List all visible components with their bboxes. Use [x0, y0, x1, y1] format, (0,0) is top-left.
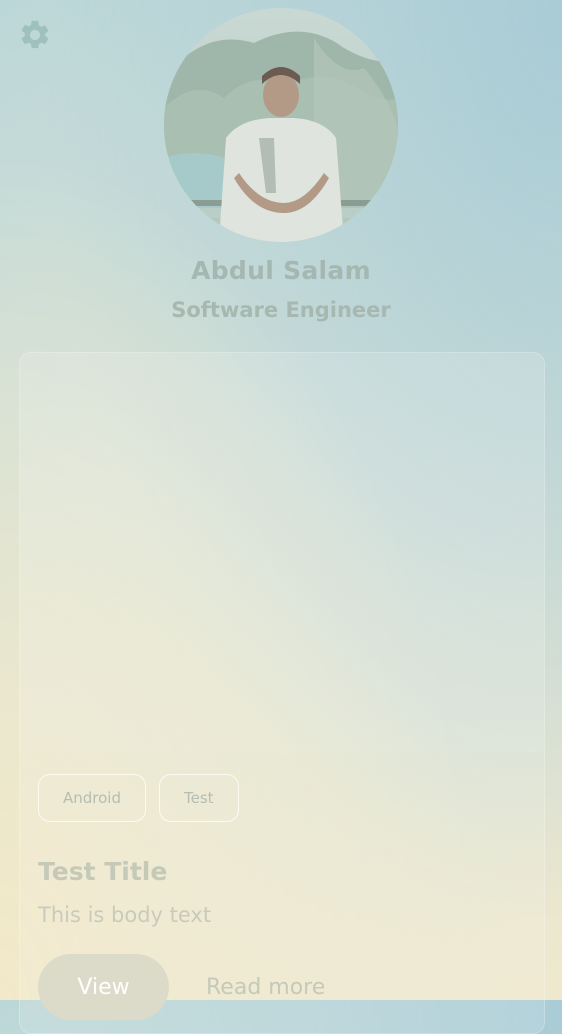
card-title: Test Title: [38, 857, 168, 886]
read-more-link[interactable]: Read more: [206, 975, 325, 1000]
card-body-text: This is body text: [38, 903, 212, 927]
settings-button[interactable]: [18, 18, 52, 52]
profile-avatar: [164, 8, 398, 242]
card-actions: View Read more: [38, 954, 325, 1020]
project-card: Android Test Test Title This is body tex…: [19, 352, 545, 1034]
tag-chip-test[interactable]: Test: [159, 774, 239, 822]
view-button[interactable]: View: [38, 954, 169, 1020]
profile-name: Abdul Salam: [191, 256, 371, 285]
gear-icon: [18, 18, 52, 52]
tag-chip-android[interactable]: Android: [38, 774, 146, 822]
card-image-placeholder: [20, 353, 544, 753]
tag-chips: Android Test: [38, 774, 239, 822]
profile-role: Software Engineer: [171, 298, 391, 322]
